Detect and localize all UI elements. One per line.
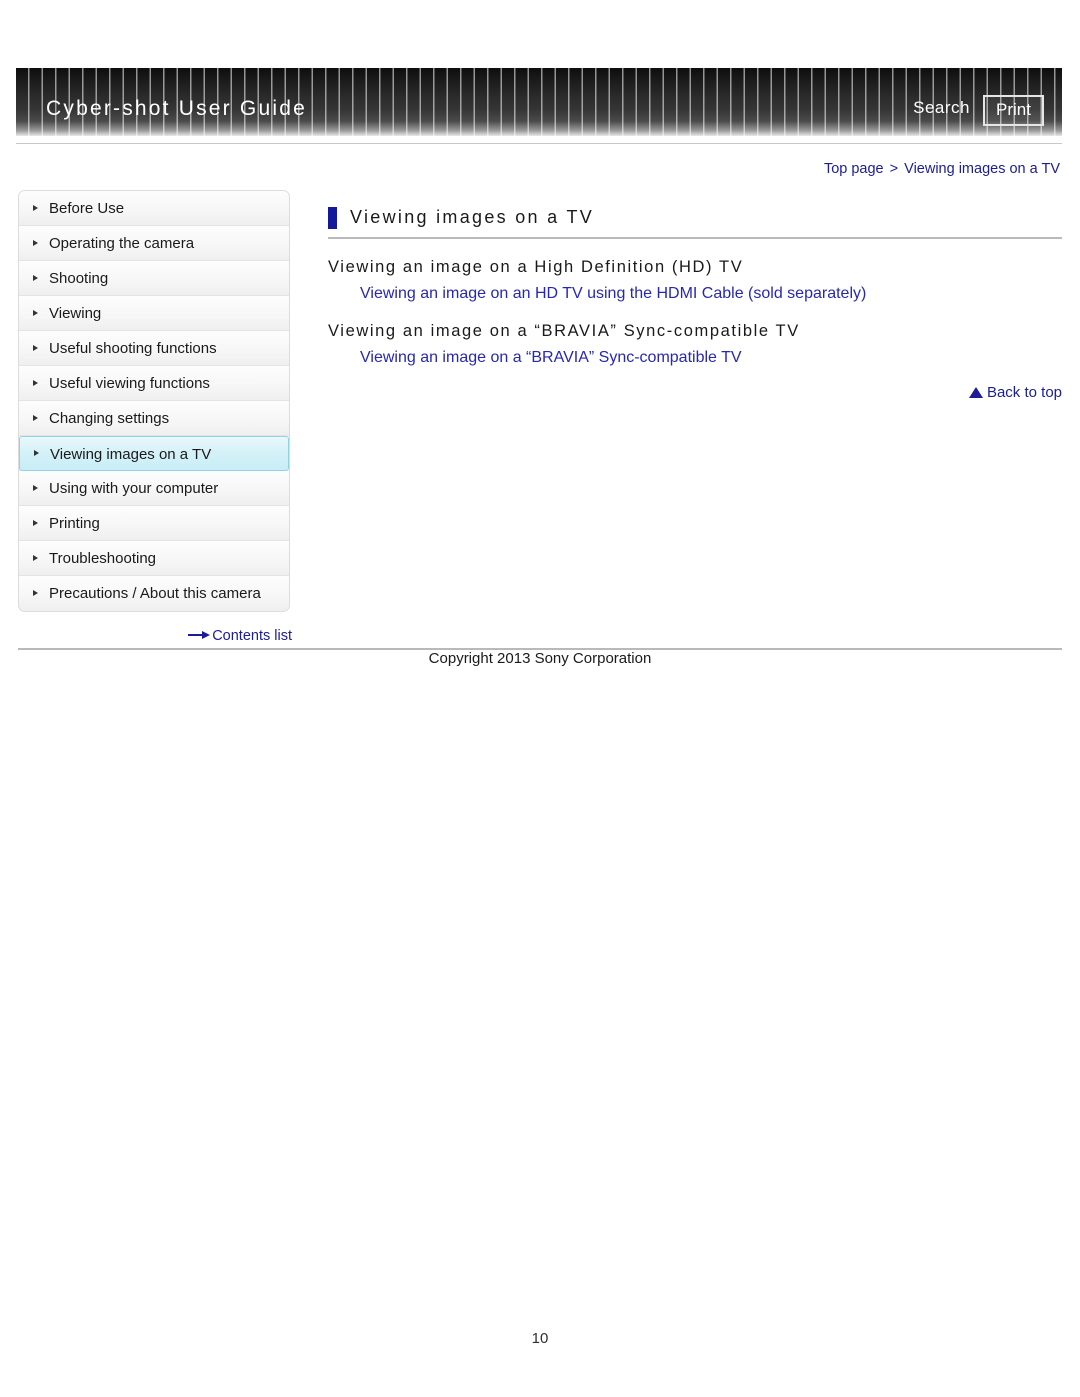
header-divider	[16, 143, 1062, 144]
breadcrumb-separator: >	[889, 161, 899, 177]
triangle-right-icon	[33, 414, 38, 421]
print-button[interactable]: Print	[983, 95, 1044, 126]
sidebar-item-label: Viewing	[49, 305, 102, 322]
triangle-right-icon	[33, 484, 38, 491]
page-root: Cyber-shot User Guide Search Print Top p…	[0, 0, 1080, 1397]
search-button[interactable]: Search	[913, 98, 970, 118]
sidebar-item-label: Troubleshooting	[49, 550, 157, 567]
sidebar-item-label: Precautions / About this camera	[49, 585, 261, 602]
sidebar-item[interactable]: Troubleshooting	[19, 541, 289, 576]
sidebar-item[interactable]: Changing settings	[19, 401, 289, 436]
breadcrumb-current: Viewing images on a TV	[904, 161, 1060, 177]
sidebar-item-label: Viewing images on a TV	[50, 446, 212, 463]
main-content: Viewing images on a TV Viewing an image …	[328, 206, 1062, 401]
sidebar-item-label: Useful shooting functions	[49, 340, 217, 357]
page-number: 10	[531, 1330, 549, 1347]
triangle-right-icon	[33, 204, 38, 211]
breadcrumb-top-page[interactable]: Top page	[824, 161, 884, 177]
back-to-top-link[interactable]: Back to top	[987, 384, 1062, 401]
sidebar-item[interactable]: Operating the camera	[19, 226, 289, 261]
sidebar-item[interactable]: Useful viewing functions	[19, 366, 289, 401]
section-heading: Viewing an image on a “BRAVIA” Sync-comp…	[328, 322, 800, 340]
triangle-up-icon	[968, 387, 983, 398]
sidebar-item[interactable]: Printing	[19, 506, 289, 541]
triangle-right-icon	[34, 450, 39, 456]
sidebar-item[interactable]: Useful shooting functions	[19, 331, 289, 366]
sidebar-item-label: Useful viewing functions	[49, 375, 210, 392]
sidebar-item-label: Using with your computer	[49, 480, 219, 497]
copyright-text: Copyright 2013 Sony Corporation	[428, 650, 652, 667]
triangle-right-icon	[33, 554, 38, 561]
triangle-right-icon	[33, 379, 38, 386]
section-link[interactable]: Viewing an image on a “BRAVIA” Sync-comp…	[360, 349, 1062, 367]
sidebar-item-label: Before Use	[49, 200, 125, 217]
triangle-right-icon	[33, 274, 38, 281]
triangle-right-icon	[33, 239, 38, 246]
triangle-right-icon	[33, 519, 38, 526]
sidebar-nav: Before Use Operating the camera Shooting Vi…	[18, 190, 290, 612]
sidebar-item[interactable]: Using with your computer	[19, 471, 289, 506]
sidebar-item-label: Shooting	[49, 270, 109, 287]
sidebar-item[interactable]: Before Use	[19, 191, 289, 226]
arrow-right-icon	[188, 630, 211, 640]
triangle-right-icon	[33, 309, 38, 316]
sidebar-item[interactable]: Viewing images on a TV	[19, 436, 289, 471]
contents-list-row: Contents list	[18, 628, 292, 644]
triangle-right-icon	[33, 590, 38, 596]
page-title-block: Viewing images on a TV	[328, 206, 1062, 239]
page-title: Viewing images on a TV	[350, 207, 595, 227]
sidebar-item[interactable]: Precautions / About this camera	[19, 576, 289, 611]
section-heading: Viewing an image on a High Definition (H…	[328, 258, 744, 276]
site-title: Cyber-shot User Guide	[46, 97, 307, 120]
section-list: Viewing an image on a High Definition (H…	[328, 258, 1062, 367]
sidebar-item[interactable]: Shooting	[19, 261, 289, 296]
title-accent-bar	[328, 207, 337, 229]
site-header: Cyber-shot User Guide Search Print	[16, 68, 1062, 136]
back-to-top: Back to top	[328, 384, 1062, 401]
contents-list-link[interactable]: Contents list	[212, 628, 292, 644]
sidebar-item-label: Operating the camera	[49, 235, 195, 252]
breadcrumb: Top page > Viewing images on a TV	[824, 161, 1060, 177]
sidebar-item-label: Printing	[49, 515, 100, 532]
section-link[interactable]: Viewing an image on an HD TV using the H…	[360, 285, 1062, 303]
sidebar-item[interactable]: Viewing	[19, 296, 289, 331]
sidebar-item-label: Changing settings	[49, 410, 170, 427]
triangle-right-icon	[33, 344, 38, 351]
